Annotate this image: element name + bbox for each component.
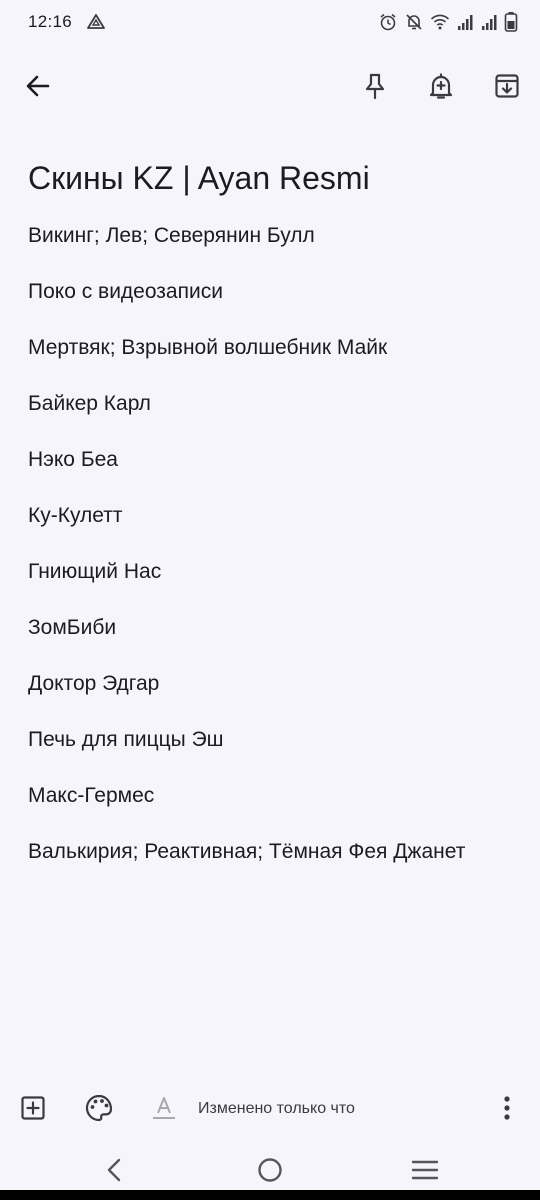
pin-icon: [362, 72, 388, 105]
signal-icon: [456, 13, 474, 31]
status-icons: [378, 11, 518, 33]
note-line[interactable]: Байкер Карл: [28, 390, 518, 446]
note-line[interactable]: Гниющий Нас: [28, 558, 518, 614]
drive-icon: [86, 12, 106, 32]
nav-back-button[interactable]: [94, 1154, 134, 1190]
note-line[interactable]: Макс-Гермес: [28, 782, 518, 838]
status-time: 12:16: [28, 12, 73, 31]
note-line[interactable]: Поко с видеозаписи: [28, 278, 518, 334]
battery-icon: [504, 11, 518, 33]
text-format-button[interactable]: [142, 1088, 186, 1132]
signal-icon: [480, 13, 498, 31]
note-toolbar: [0, 60, 540, 116]
status-bar: 12:16: [0, 0, 540, 44]
dnd-off-icon: [404, 12, 424, 32]
note-line[interactable]: Нэко Беа: [28, 446, 518, 502]
note-line[interactable]: Валькирия; Реактивная; Тёмная Фея Джанет: [28, 838, 518, 894]
add-box-icon: [19, 1094, 47, 1127]
edited-status: Изменено только что: [198, 1100, 355, 1117]
archive-icon: [493, 72, 521, 105]
note-body[interactable]: Викинг; Лев; Северянин Булл Поко с видео…: [28, 222, 518, 894]
note-line[interactable]: ЗомБиби: [28, 614, 518, 670]
more-options-button[interactable]: [485, 1088, 529, 1132]
nav-recents-icon: [411, 1158, 439, 1187]
screen-bottom-edge: [0, 1190, 540, 1200]
add-content-button[interactable]: [11, 1088, 55, 1132]
reminder-button[interactable]: [419, 66, 463, 110]
note-line[interactable]: Печь для пиццы Эш: [28, 726, 518, 782]
alarm-icon: [378, 12, 398, 32]
note-title[interactable]: Скины KZ | Ayan Resmi: [28, 160, 370, 197]
system-nav-bar: [0, 1142, 540, 1200]
background-options-button[interactable]: [77, 1088, 121, 1132]
text-format-icon: [150, 1094, 178, 1127]
palette-icon: [84, 1093, 114, 1128]
note-line[interactable]: Доктор Эдгар: [28, 670, 518, 726]
back-button[interactable]: [16, 66, 60, 110]
nav-home-icon: [256, 1156, 284, 1189]
back-arrow-icon: [24, 72, 52, 105]
editor-bottom-bar: Изменено только что: [0, 1082, 540, 1138]
note-editor-screen: 12:16 Скины KZ | Ayan Resmi Викинг; Лев;…: [0, 0, 540, 1200]
pin-button[interactable]: [353, 66, 397, 110]
note-line[interactable]: Викинг; Лев; Северянин Булл: [28, 222, 518, 278]
more-vert-icon: [502, 1094, 512, 1127]
archive-button[interactable]: [485, 66, 529, 110]
reminder-bell-icon: [427, 72, 455, 105]
nav-home-button[interactable]: [250, 1154, 290, 1190]
note-line[interactable]: Мертвяк; Взрывной волшебник Майк: [28, 334, 518, 390]
nav-back-icon: [104, 1157, 124, 1188]
nav-recents-button[interactable]: [405, 1154, 445, 1190]
note-line[interactable]: Ку-Кулетт: [28, 502, 518, 558]
wifi-icon: [430, 12, 450, 32]
